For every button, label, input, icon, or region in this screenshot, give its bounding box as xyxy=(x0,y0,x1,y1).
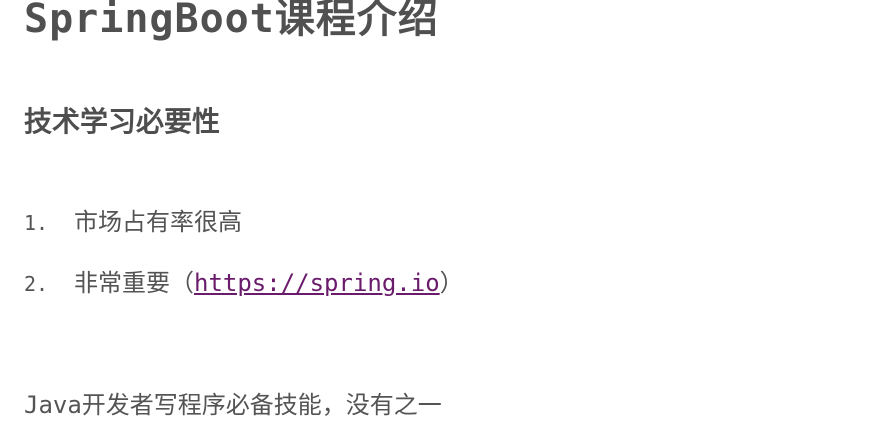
list-text: 非常重要（ xyxy=(74,269,194,297)
paragraph: Java开发者写程序必备技能，没有之一 xyxy=(24,389,442,421)
list-item: 2. 非常重要（https://spring.io） xyxy=(24,267,464,300)
list-suffix: ） xyxy=(439,269,464,297)
page-title: SpringBoot课程介绍 xyxy=(24,0,439,47)
title-cjk: 课程介绍 xyxy=(274,0,439,42)
section-heading: 技术学习必要性 xyxy=(24,105,221,138)
list-item: 1. 市场占有率很高 xyxy=(24,206,242,239)
paragraph-latin: Java xyxy=(24,391,82,419)
paragraph-cjk: 开发者写程序必备技能，没有之一 xyxy=(81,391,442,419)
spring-link[interactable]: https://spring.io xyxy=(194,269,440,297)
list-text: 市场占有率很高 xyxy=(74,208,242,236)
title-latin: SpringBoot xyxy=(24,0,275,42)
list-number: 2. xyxy=(24,272,49,296)
list-number: 1. xyxy=(24,211,49,235)
